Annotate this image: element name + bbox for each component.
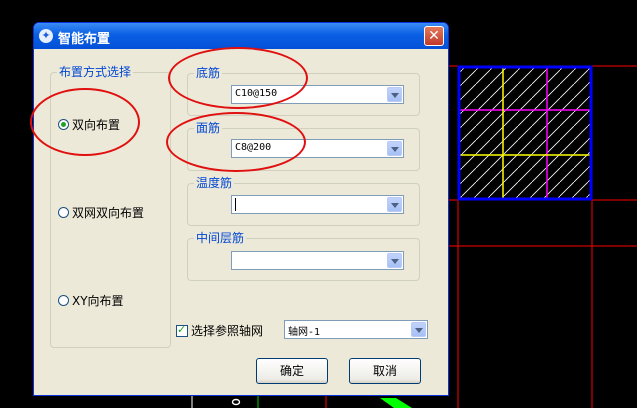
dialog-title: 智能布置 xyxy=(58,32,111,47)
cancel-button[interactable]: 取消 xyxy=(349,358,421,384)
bottom-bar-legend: 底筋 xyxy=(194,66,223,80)
top-bar-value: C8@200 xyxy=(235,142,272,153)
radio-xy[interactable]: XY向布置 xyxy=(58,292,124,309)
radio-bidirectional-label: 双向布置 xyxy=(72,118,121,132)
text-caret xyxy=(235,198,236,211)
chevron-down-icon[interactable] xyxy=(387,197,402,212)
middle-bar-select[interactable] xyxy=(231,251,404,270)
top-bar-legend: 面筋 xyxy=(194,121,223,135)
radio-xy-indicator[interactable] xyxy=(58,295,69,306)
top-bar-select[interactable]: C8@200 xyxy=(231,139,404,158)
radio-double-mesh[interactable]: 双网双向布置 xyxy=(58,204,144,221)
temperature-bar-legend: 温度筋 xyxy=(194,176,235,190)
axis-grid-value: 轴网-1 xyxy=(288,327,321,338)
temperature-bar-select[interactable] xyxy=(231,195,404,214)
bottom-bar-value: C10@150 xyxy=(235,88,278,99)
radio-bidirectional[interactable]: 双向布置 xyxy=(58,116,120,133)
title-bar[interactable]: ✦ 智能布置 ✕ xyxy=(34,23,448,49)
radio-bidirectional-indicator[interactable] xyxy=(58,119,69,130)
app-icon: ✦ xyxy=(39,29,53,43)
close-icon: ✕ xyxy=(428,28,440,44)
chevron-down-icon[interactable] xyxy=(387,87,402,102)
bottom-bar-select[interactable]: C10@150 xyxy=(231,85,404,104)
reference-axis-label: 选择参照轴网 xyxy=(191,324,264,338)
radio-double-mesh-indicator[interactable] xyxy=(58,207,69,218)
chevron-down-icon[interactable] xyxy=(411,322,426,337)
smart-layout-dialog: ✦ 智能布置 ✕ 布置方式选择 双向布置 双网双向布置 XY向布置 底筋 C10… xyxy=(33,22,449,396)
radio-xy-label: XY向布置 xyxy=(72,294,124,308)
close-button[interactable]: ✕ xyxy=(424,26,444,46)
axis-grid-select[interactable]: 轴网-1 xyxy=(284,320,428,339)
middle-bar-legend: 中间层筋 xyxy=(194,231,247,245)
radio-double-mesh-label: 双网双向布置 xyxy=(72,206,145,220)
reference-axis-checkbox[interactable]: 选择参照轴网 xyxy=(176,322,263,339)
layout-method-legend: 布置方式选择 xyxy=(57,65,134,79)
ok-button[interactable]: 确定 xyxy=(256,358,328,384)
checkbox-indicator[interactable] xyxy=(176,323,188,337)
chevron-down-icon[interactable] xyxy=(387,141,402,156)
chevron-down-icon[interactable] xyxy=(387,253,402,268)
